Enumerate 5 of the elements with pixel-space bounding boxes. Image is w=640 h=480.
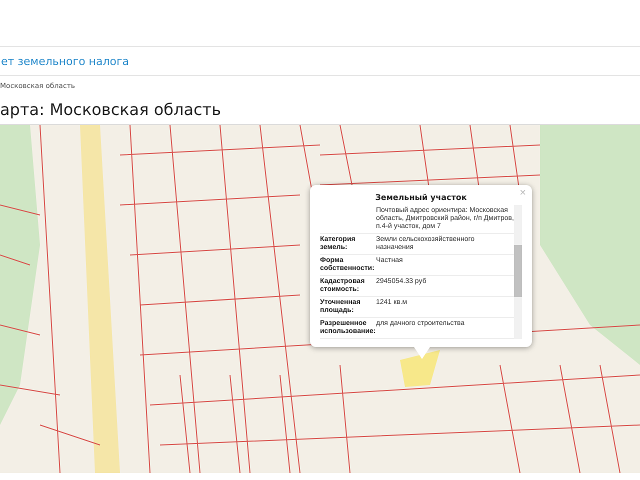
popup-title: Земельный участок (374, 192, 468, 204)
close-button[interactable]: × (518, 187, 528, 199)
scrollbar[interactable] (514, 205, 522, 339)
page-title: арта: Московская область (0, 99, 222, 121)
nav-link[interactable]: ет земельного налога (1, 54, 130, 68)
